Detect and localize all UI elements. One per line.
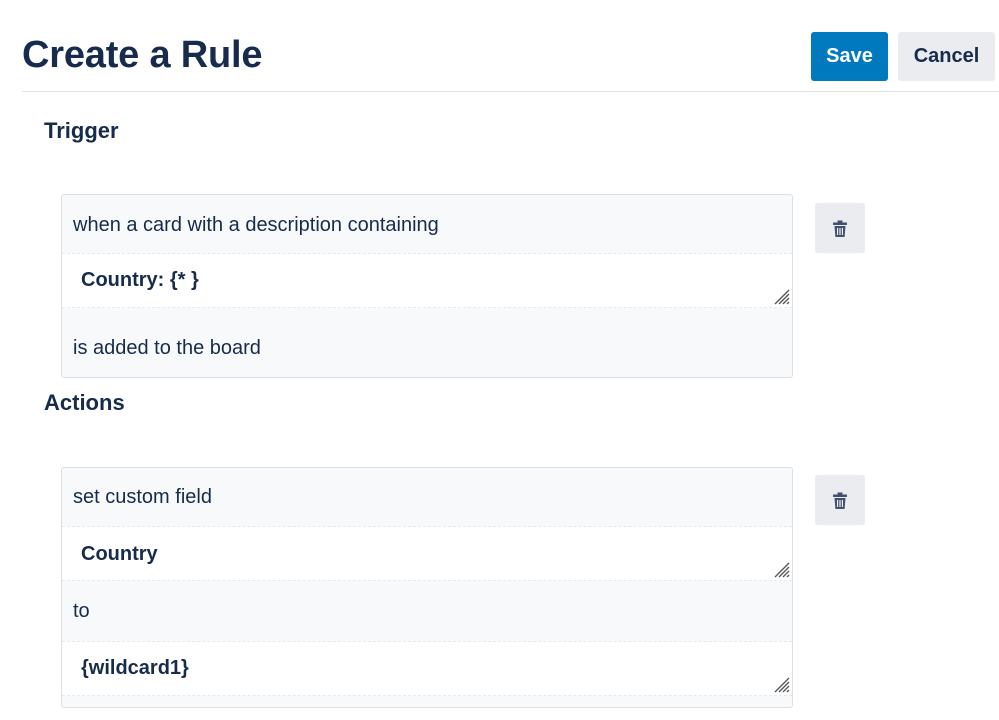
trigger-card: when a card with a description containin… bbox=[61, 194, 793, 378]
page-header: Create a Rule Save Cancel bbox=[22, 0, 999, 92]
trigger-description-field[interactable]: Country: {* } bbox=[62, 253, 792, 308]
resize-grip-icon[interactable] bbox=[772, 287, 790, 305]
actions-heading: Actions bbox=[44, 390, 125, 415]
cancel-button[interactable]: Cancel bbox=[898, 32, 995, 81]
trigger-suffix-text: is added to the board bbox=[73, 337, 261, 359]
delete-action-button[interactable] bbox=[815, 475, 865, 525]
trash-icon bbox=[833, 220, 847, 237]
trash-icon bbox=[833, 492, 847, 509]
custom-field-value: {wildcard1} bbox=[81, 657, 189, 679]
resize-grip-icon[interactable] bbox=[772, 560, 790, 578]
trigger-prefix-text: when a card with a description containin… bbox=[73, 214, 439, 236]
delete-trigger-button[interactable] bbox=[815, 203, 865, 253]
action-card: set custom field Country to {wildcard1} bbox=[61, 467, 793, 708]
save-button[interactable]: Save bbox=[811, 32, 888, 81]
custom-field-value-field[interactable]: {wildcard1} bbox=[62, 641, 792, 696]
custom-field-name-value: Country bbox=[81, 543, 158, 565]
custom-field-name-field[interactable]: Country bbox=[62, 526, 792, 581]
resize-grip-icon[interactable] bbox=[772, 675, 790, 693]
action-prefix-text: set custom field bbox=[73, 486, 212, 508]
action-connector-text: to bbox=[73, 600, 90, 622]
trigger-description-value: Country: {* } bbox=[81, 269, 199, 291]
trigger-heading: Trigger bbox=[44, 118, 119, 143]
page-title: Create a Rule bbox=[22, 34, 263, 76]
